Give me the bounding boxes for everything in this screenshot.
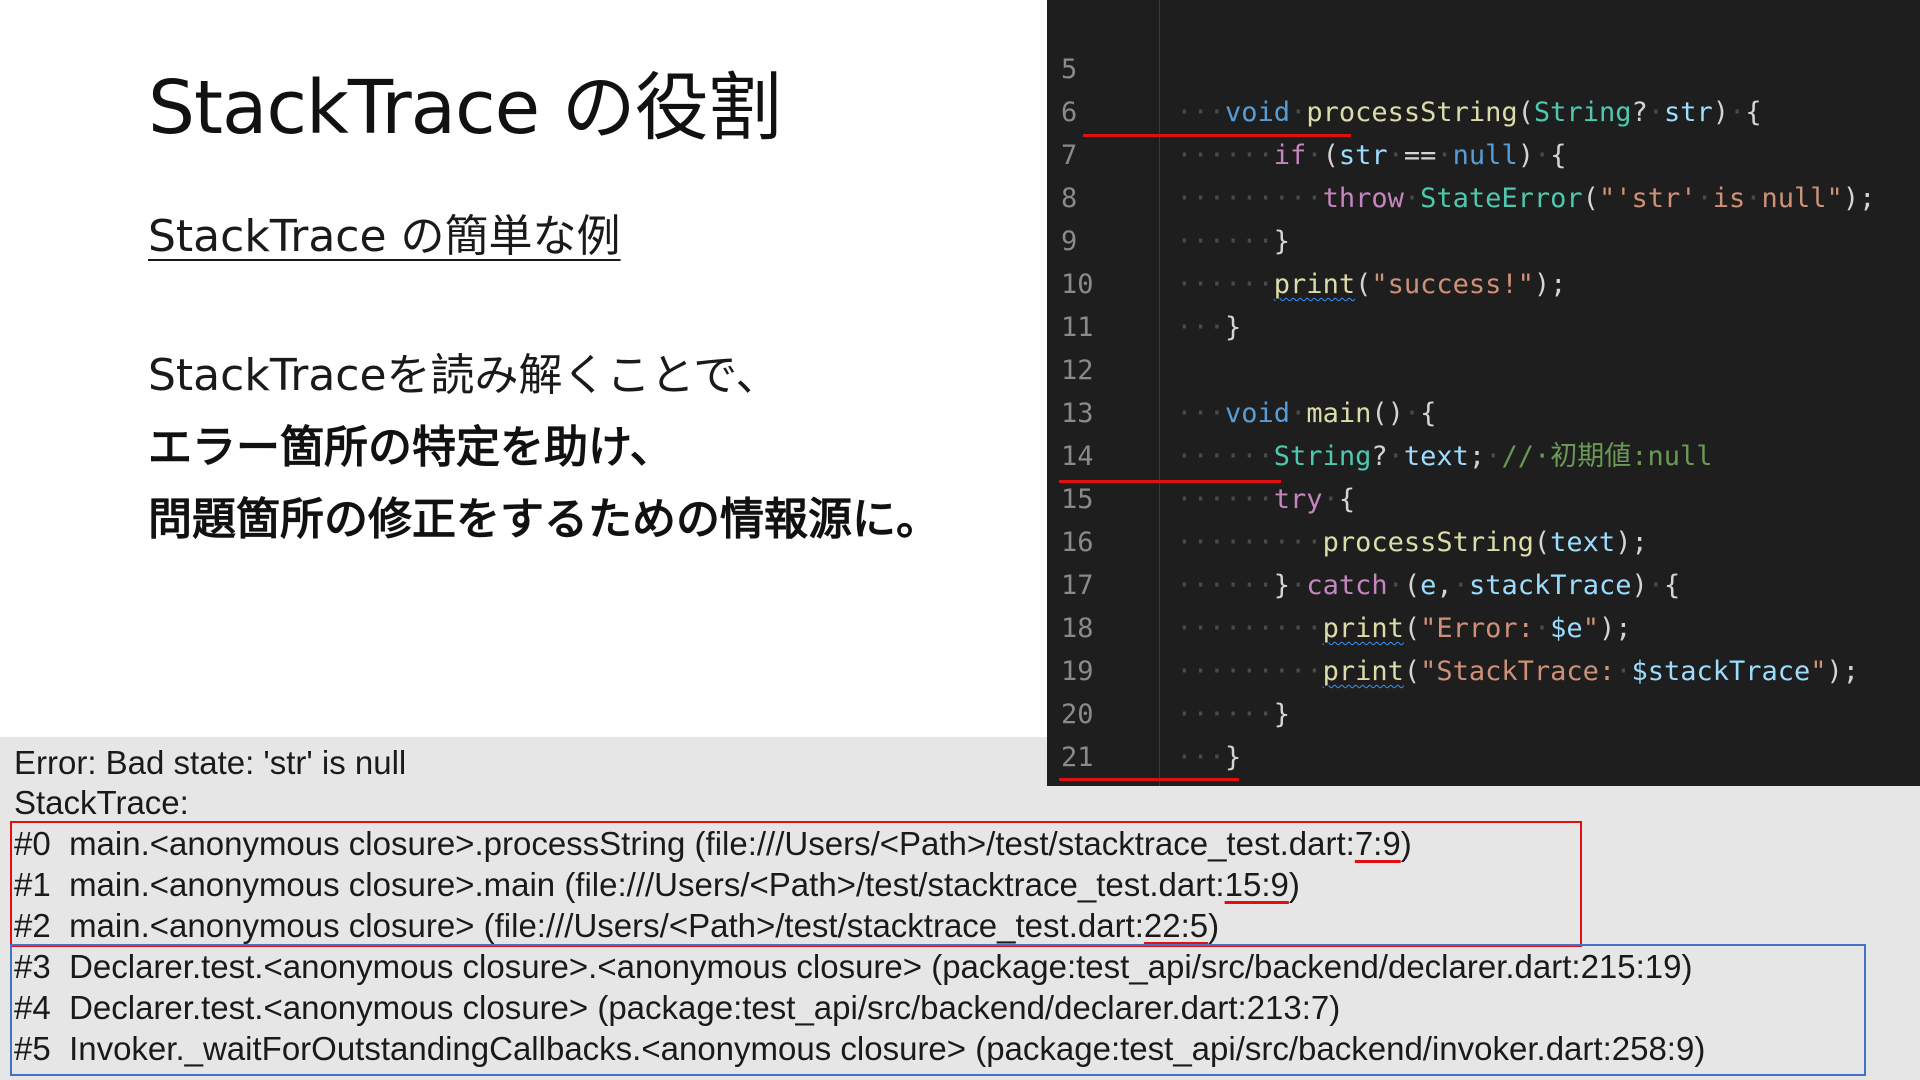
code-line: 20 ···} xyxy=(1047,650,1920,773)
error-message: Error: Bad state: 'str' is null xyxy=(14,744,407,781)
body-line-3: 問題箇所の修正をするための情報源に。 xyxy=(148,494,940,545)
code-line: 21 xyxy=(1047,693,1920,773)
code-line: 5 ···void·processString(String?·str)·{ xyxy=(1047,5,1920,128)
slide-subtitle: StackTrace の簡単な例 xyxy=(148,211,621,262)
code-editor: 5 ···void·processString(String?·str)·{ 6… xyxy=(1047,0,1920,786)
code-line: 10 ···} xyxy=(1047,220,1920,343)
code-line: 6 ······if·(str·==·null)·{ xyxy=(1047,48,1920,171)
code-line: 15 ·········processString(text); xyxy=(1047,435,1920,558)
code-line: 8 ······} xyxy=(1047,134,1920,257)
code-line: 7 ·········throw·StateError("'str'·is·nu… xyxy=(1047,91,1920,214)
highlight-line-7 xyxy=(1083,134,1351,137)
code-line: 12 ···void·main()·{ xyxy=(1047,306,1920,429)
body-line-2: エラー箇所の特定を助け、 xyxy=(148,422,674,473)
code-line: 17 ·········print("Error:·$e"); xyxy=(1047,521,1920,644)
user-frames-box xyxy=(10,821,1582,947)
framework-frames-box xyxy=(10,944,1866,1076)
code-line: 9 ······print("success!"); xyxy=(1047,177,1920,300)
code-line: 22 ···main(); xyxy=(1047,736,1920,786)
code-line: 11 xyxy=(1047,263,1920,343)
code-line: 13 ······String?·text;·//·初期値:null xyxy=(1047,349,1920,472)
code-line: 19 ······} xyxy=(1047,607,1920,730)
code-line: 18 ·········print("StackTrace:·$stackTra… xyxy=(1047,564,1920,687)
code-line: 14 ······try·{ xyxy=(1047,392,1920,515)
slide-body: StackTraceを読み解くことで、 エラー箇所の特定を助け、 問題箇所の修正… xyxy=(148,340,940,556)
slide-title: StackTrace の役割 xyxy=(148,65,782,151)
body-line-1: StackTraceを読み解くことで、 xyxy=(148,350,780,401)
highlight-line-15 xyxy=(1059,480,1281,483)
stacktrace-label: StackTrace: xyxy=(14,784,189,821)
code-line: 16 ······}·catch·(e,·stackTrace)·{ xyxy=(1047,478,1920,601)
highlight-line-22 xyxy=(1059,778,1239,781)
